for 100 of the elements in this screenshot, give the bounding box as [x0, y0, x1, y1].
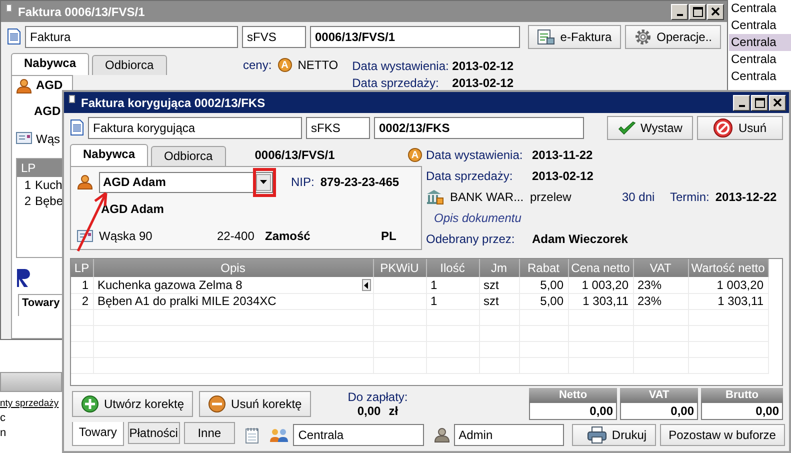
list-item[interactable]: Centrala: [729, 68, 791, 85]
branch-field[interactable]: Centrala: [293, 424, 424, 446]
tab[interactable]: Nabywca: [70, 144, 148, 166]
buffer-button[interactable]: Pozostaw w buforze: [660, 424, 785, 446]
series-field[interactable]: sFKS: [306, 116, 370, 138]
column-header: LP: [71, 259, 93, 277]
delete-button[interactable]: Usuń: [697, 116, 783, 140]
close-icon: [773, 98, 782, 107]
number-field[interactable]: 0006/13/FVS/1: [310, 26, 520, 48]
create-correction-button[interactable]: Utwórz korektę: [72, 391, 194, 417]
tab[interactable]: Towary: [72, 422, 124, 446]
tab[interactable]: Płatności: [128, 422, 180, 444]
table-cell: 5,00: [540, 294, 564, 308]
caret-icon: [364, 282, 368, 288]
summary-header: VAT: [620, 388, 698, 402]
tab[interactable]: Nabywca: [11, 53, 90, 75]
tab[interactable]: Odbiorca: [92, 55, 167, 75]
document-type-field[interactable]: Faktura: [25, 26, 238, 48]
nip-value: 879-23-23-465: [320, 175, 400, 189]
payment-method[interactable]: przelew: [530, 190, 616, 204]
issue-button[interactable]: Wystaw: [607, 116, 693, 140]
remove-correction-button[interactable]: Usuń korektę: [199, 391, 311, 417]
close-button[interactable]: [707, 4, 724, 20]
address-card-icon: [16, 132, 32, 144]
table-cell: 1 003,20: [716, 278, 764, 292]
table-cell: 1 003,20: [582, 278, 628, 292]
description-field[interactable]: Opis dokumentu: [426, 208, 756, 228]
table-cell: 1: [82, 278, 88, 292]
window-icon: [6, 4, 12, 12]
tab[interactable]: Odbiorca: [151, 146, 226, 166]
no-entry-icon: [713, 118, 734, 138]
street-text: Wąska 90: [99, 229, 154, 243]
column-header: Wartość netto: [688, 259, 768, 277]
currency-badge: A: [278, 58, 292, 72]
doc-icon: [7, 28, 21, 45]
list-text: n: [0, 427, 8, 439]
table-cell: 1: [430, 278, 438, 292]
tab[interactable]: Towary: [18, 294, 64, 316]
table-cell: szt: [484, 278, 499, 292]
printer-icon: [586, 426, 607, 444]
plus-icon: [81, 395, 99, 413]
column-header: Ilość: [426, 259, 479, 277]
table-cell: Kuchenka gazowa Zelma 8: [98, 278, 242, 292]
minimize-icon: [676, 14, 682, 16]
window-title: Faktura 0006/13/FVS/1: [18, 4, 146, 18]
due-date: 2013-12-22: [715, 190, 777, 204]
maximize-button[interactable]: [751, 94, 768, 110]
due-label: Termin:: [670, 190, 710, 204]
list-item[interactable]: Centrala: [729, 34, 791, 51]
arrow-button[interactable]: [362, 279, 370, 291]
tab[interactable]: Inne: [184, 422, 236, 444]
link[interactable]: nty sprzedaży: [0, 398, 59, 409]
number-field[interactable]: 0002/13/FKS: [374, 116, 584, 138]
table-cell: 23%: [638, 294, 662, 308]
table-cell: 1 303,11: [582, 294, 628, 308]
user-field[interactable]: Admin: [454, 424, 564, 446]
minimize-icon: [738, 105, 744, 107]
maximize-button[interactable]: [689, 4, 706, 20]
date-value: 2013-11-22: [532, 148, 593, 162]
list-item[interactable]: Centrala: [729, 0, 791, 17]
source-invoice-number: 0006/13/FVS/1: [254, 148, 335, 162]
currency-text: zł: [388, 404, 398, 418]
minimize-button[interactable]: [733, 94, 750, 110]
print-button[interactable]: Drukuj: [572, 424, 656, 446]
check-icon: [618, 120, 636, 134]
prices-mode: NETTO: [298, 58, 338, 72]
doc-icon: [70, 119, 84, 136]
table-cell: Bęben A1 do pralki MILE 2034XC: [98, 294, 276, 308]
column-header: Rabat: [519, 259, 568, 277]
date-label: Data wystawienia:: [352, 58, 448, 72]
street-text: Wąs: [36, 132, 60, 146]
bank-icon: [426, 188, 444, 204]
close-button[interactable]: [769, 94, 786, 110]
series-field[interactable]: sFVS: [242, 26, 306, 48]
list-item[interactable]: Centrala: [729, 51, 791, 68]
notepad-icon[interactable]: [245, 426, 260, 444]
column-header: Cena netto: [568, 259, 633, 277]
summary-header: Brutto: [701, 388, 783, 402]
dropdown-button[interactable]: [256, 174, 271, 190]
list-item[interactable]: Centrala: [729, 17, 791, 34]
minimize-button[interactable]: [671, 4, 688, 20]
column-header: Jm: [479, 259, 519, 277]
person-icon: [16, 78, 32, 94]
prices-label: ceny:: [243, 58, 272, 72]
received-label: Odebrany przez:: [426, 232, 516, 246]
toolbar-button[interactable]: Operacje..: [624, 24, 721, 48]
document-type-field[interactable]: Faktura korygująca: [88, 116, 302, 138]
nip-label: NIP:: [291, 175, 314, 189]
buyer-name: AGD: [36, 78, 63, 92]
window-icon: [69, 95, 75, 103]
date-value: 2013-02-12: [452, 58, 514, 72]
amount-label: Do zapłaty:: [348, 390, 408, 404]
table-cell-text: 1: [23, 178, 31, 192]
date-label: Data sprzedaży:: [426, 168, 514, 182]
table-cell-text: 2: [23, 194, 31, 208]
buyer-name: AGD: [34, 104, 61, 118]
date-value: 2013-02-12: [452, 76, 514, 90]
users-icon: [269, 427, 290, 443]
city-text: Zamość: [265, 229, 312, 243]
toolbar-button[interactable]: e-Faktura: [528, 24, 621, 48]
